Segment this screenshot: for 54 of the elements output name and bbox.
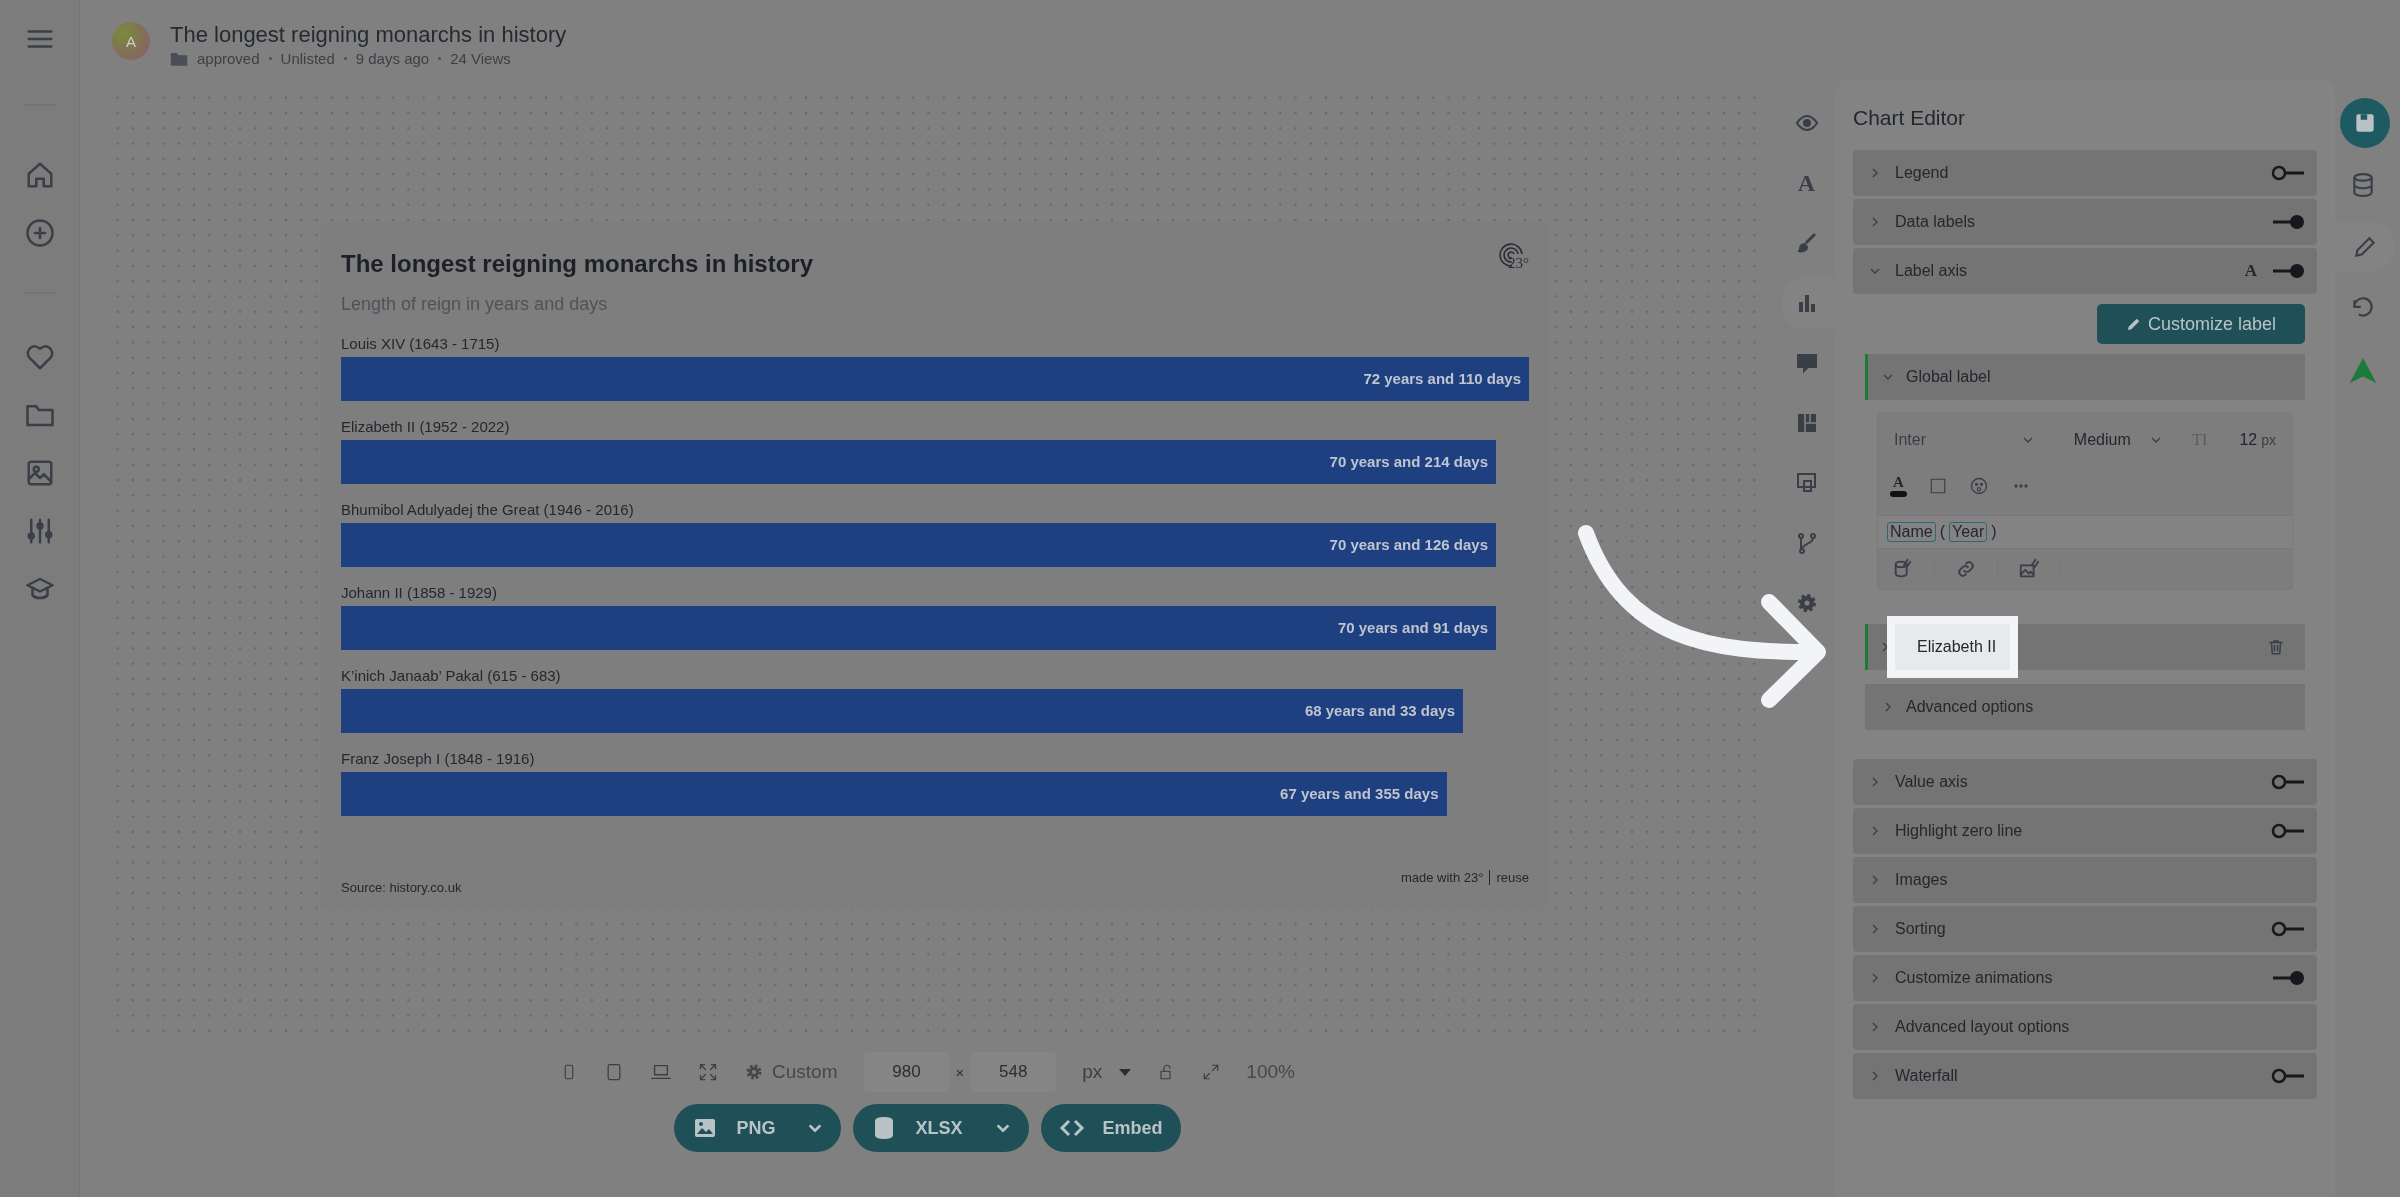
- panel-title: Chart Editor: [1853, 106, 1967, 130]
- value-label: 70 years and 214 days: [1329, 453, 1488, 470]
- value-label: 70 years and 126 days: [1329, 536, 1488, 553]
- section-header[interactable]: Label axis A: [1853, 248, 2317, 294]
- value-label: 68 years and 33 days: [1304, 702, 1455, 719]
- meta-text: Unlisted: [280, 50, 335, 67]
- highlighted-label: Elizabeth II: [1887, 616, 2019, 678]
- bar-label: Elizabeth II (1952 - 2022): [341, 417, 511, 435]
- value-label: 67 years and 355 days: [1280, 785, 1439, 802]
- bar-label: Louis XIV (1643 - 1715): [341, 334, 501, 352]
- section-header[interactable]: Highlight zero line: [1853, 808, 2317, 854]
- meta-text: 24 Views: [450, 50, 511, 67]
- label-group-header[interactable]: Global label: [1865, 354, 2305, 400]
- meta-text: approved: [197, 50, 260, 67]
- meta-text: 9 days ago: [355, 50, 430, 67]
- section-header[interactable]: Sorting: [1853, 906, 2317, 952]
- user-avatar[interactable]: A: [112, 22, 150, 60]
- section-header[interactable]: Images: [1853, 857, 2317, 903]
- size-value[interactable]: 12: [2239, 431, 2258, 449]
- export-button[interactable]: XLSX: [853, 1104, 1029, 1152]
- chart-heading: The longest reigning monarchs in history: [341, 249, 814, 278]
- section-header[interactable]: Waterfall: [1853, 1053, 2317, 1099]
- credit-text: made with 23°: [1400, 869, 1484, 885]
- bar-label: K’inich Janaab’ Pakal (615 - 683): [341, 666, 562, 684]
- label-group-header[interactable]: Advanced options: [1865, 684, 2305, 730]
- section-header[interactable]: Data labels: [1853, 199, 2317, 245]
- width-field[interactable]: 980: [863, 1052, 950, 1092]
- size-unit: px: [2261, 432, 2276, 448]
- value-label: 70 years and 91 days: [1337, 619, 1488, 636]
- font-tool-tab[interactable]: A: [1782, 163, 1835, 203]
- font-select[interactable]: Inter: [1894, 431, 2034, 449]
- value-label: 72 years and 110 days: [1363, 370, 1521, 387]
- label-template-field[interactable]: Name ( Year ): [1878, 515, 2292, 549]
- bar-label: Johann II (1858 - 1929): [341, 583, 498, 601]
- bar-label: Franz Joseph I (1848 - 1916): [341, 749, 536, 767]
- times-sign: ×: [955, 1063, 965, 1081]
- section-header[interactable]: Advanced layout options: [1853, 1004, 2317, 1050]
- source-note: Source: history.co.uk: [341, 879, 462, 895]
- chart-title: The longest reigning monarchs in history: [170, 22, 567, 48]
- weight-select[interactable]: Medium: [2073, 431, 2163, 449]
- height-field[interactable]: 548: [970, 1052, 1057, 1092]
- export-button[interactable]: PNG: [674, 1104, 842, 1152]
- font-icon[interactable]: A: [2244, 261, 2257, 281]
- reuse-link[interactable]: reuse: [1496, 869, 1529, 885]
- section-header[interactable]: Customize animations: [1853, 955, 2317, 1001]
- bar-label: Bhumibol Adulyadej the Great (1946 - 2016): [341, 500, 635, 518]
- preset-select[interactable]: Custom: [744, 1061, 838, 1083]
- section-header[interactable]: Legend: [1853, 150, 2317, 196]
- customize-label-button[interactable]: Customize label: [2097, 304, 2305, 344]
- section-header[interactable]: Value axis: [1853, 759, 2317, 805]
- unit-select[interactable]: px: [1082, 1061, 1103, 1083]
- label-group-header[interactable]: Elizabeth II: [1865, 616, 2305, 678]
- export-button[interactable]: Embed: [1040, 1104, 1181, 1152]
- zoom-level[interactable]: 100%: [1246, 1061, 1295, 1083]
